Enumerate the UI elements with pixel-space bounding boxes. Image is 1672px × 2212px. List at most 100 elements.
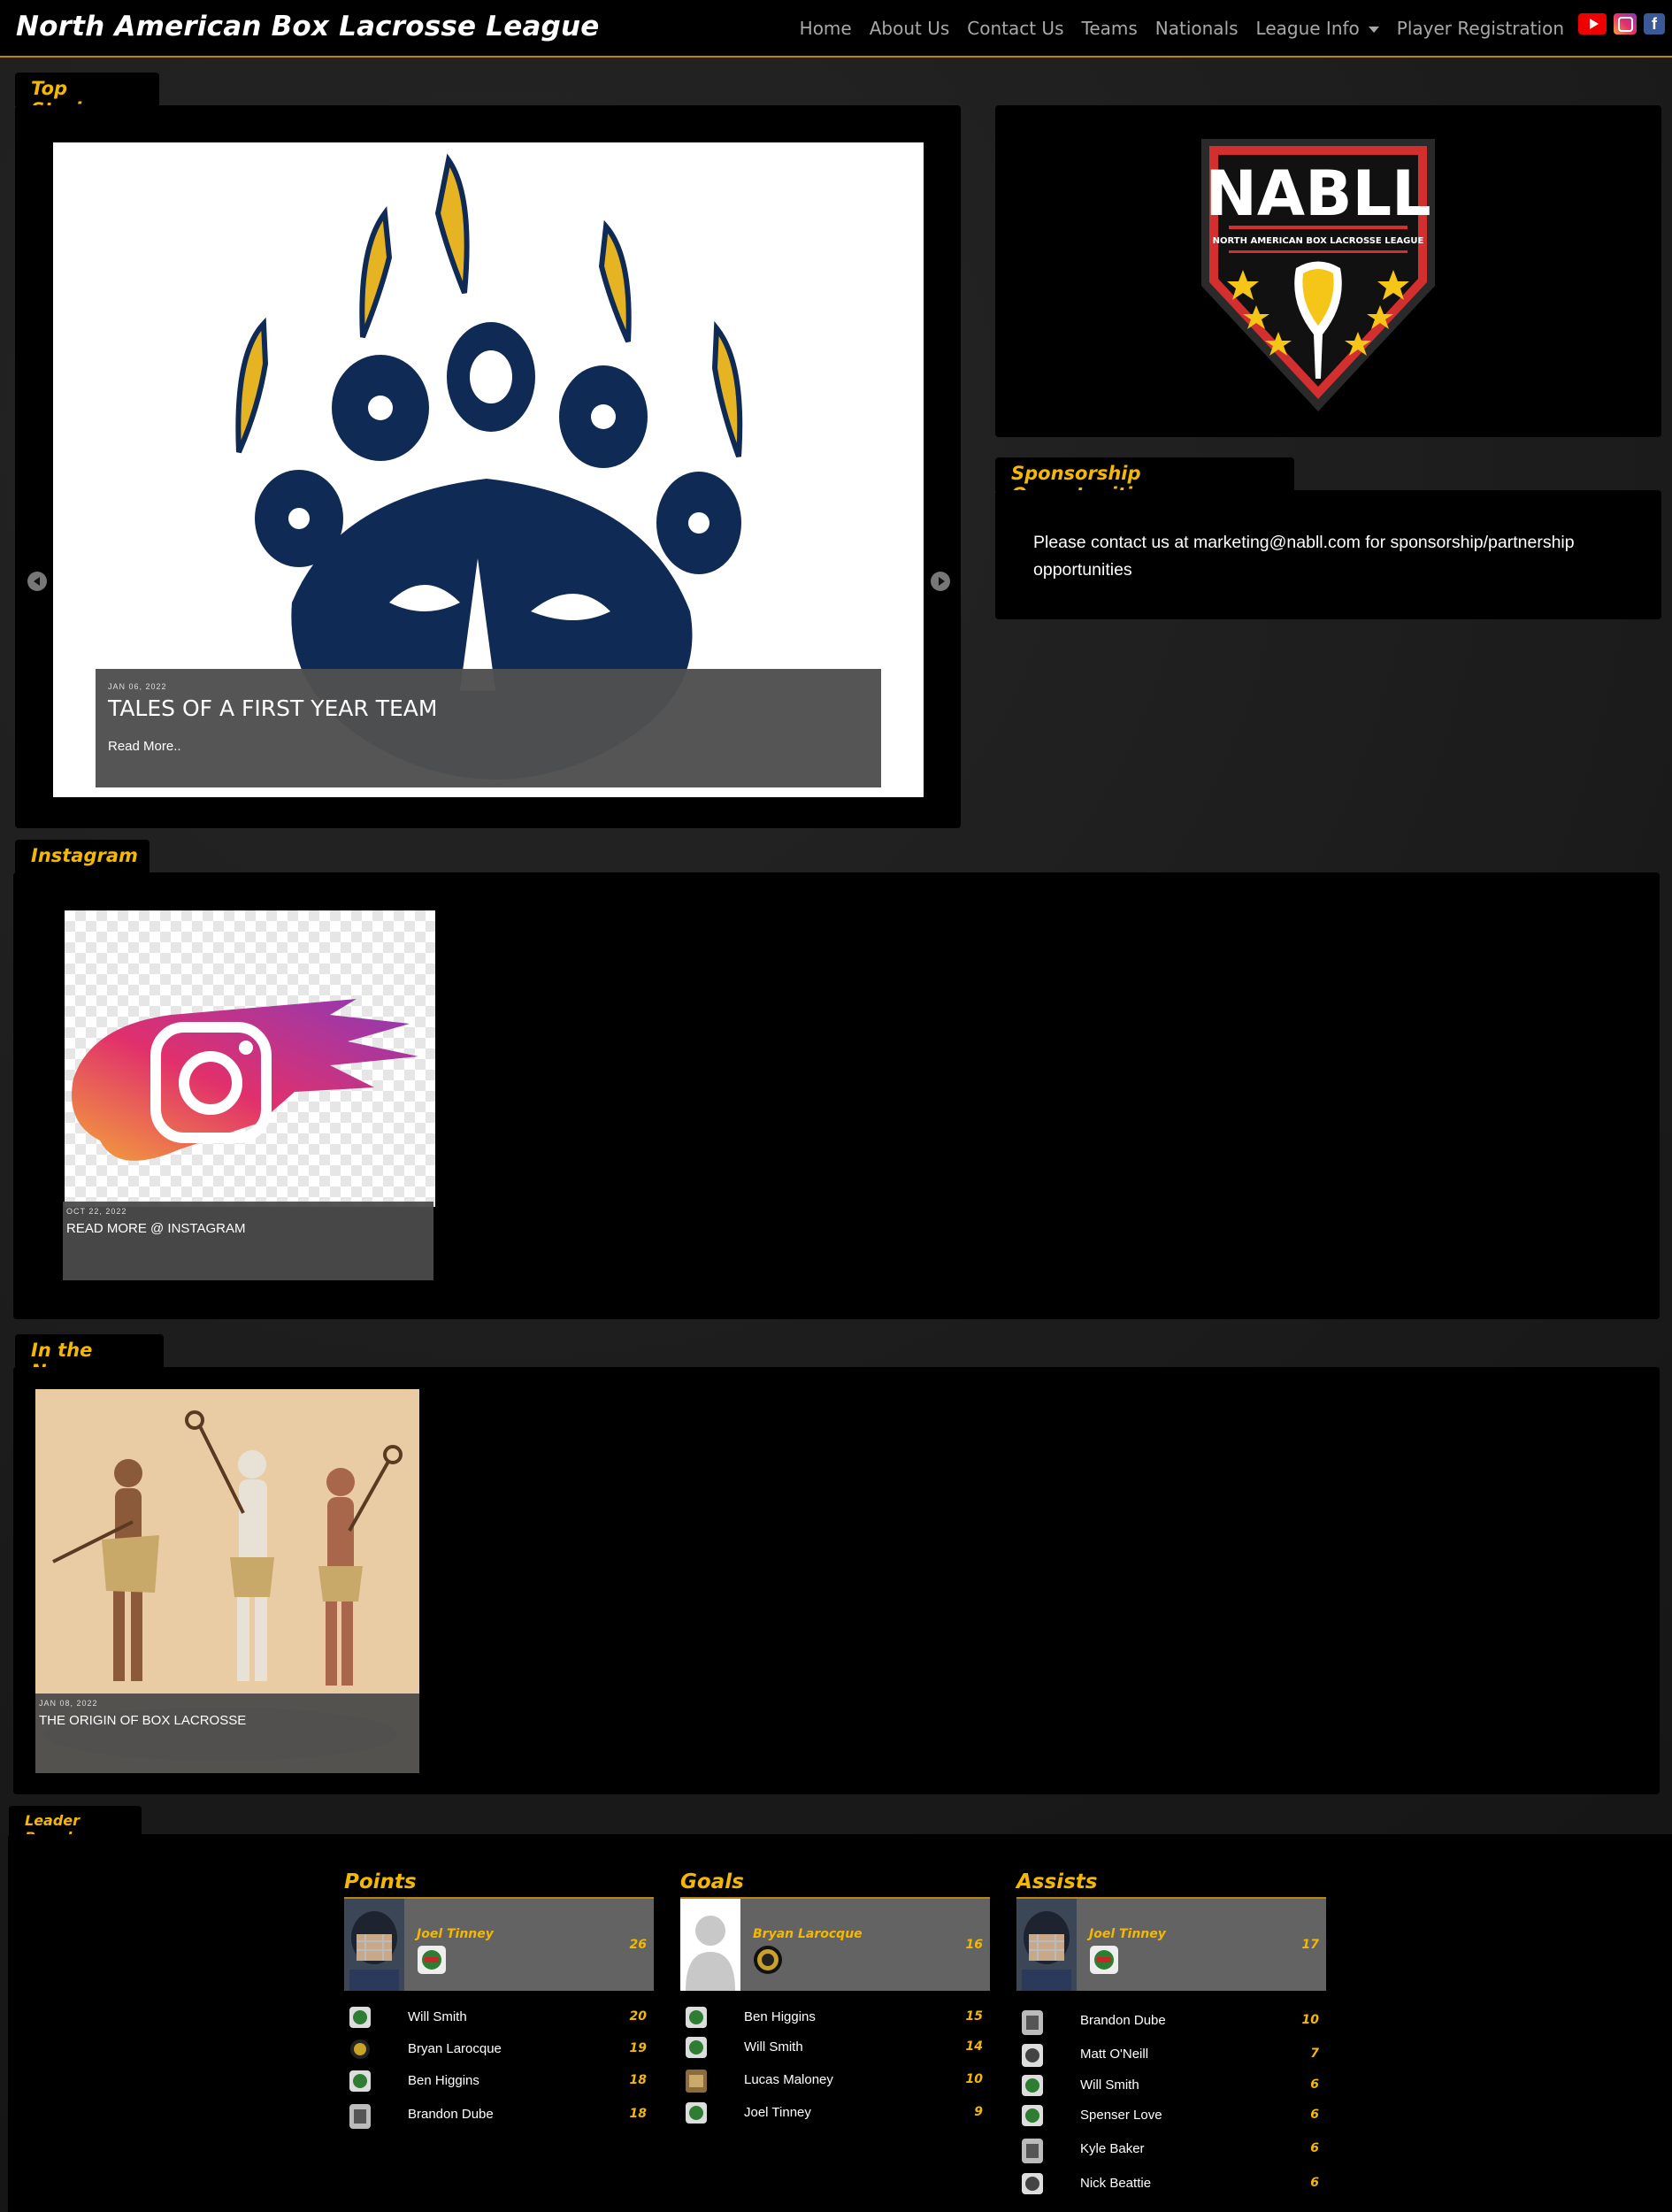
team-logo-icon xyxy=(349,2104,371,2129)
team-logo-icon xyxy=(686,2007,707,2028)
story-date: JAN 06, 2022 xyxy=(108,682,167,691)
player-value: 20 xyxy=(629,2009,647,2024)
news-card-title[interactable]: THE ORIGIN OF BOX LACROSSE xyxy=(39,1713,246,1728)
logo-text: NABLL xyxy=(1205,157,1430,230)
tab-top-stories: Top Stories xyxy=(15,73,159,120)
player-name: Brandon Dube xyxy=(408,2107,494,2122)
tab-sponsorship: Sponsorship Opportunities xyxy=(995,457,1294,505)
nav-home[interactable]: Home xyxy=(800,18,852,39)
carousel-prev-arrow-icon[interactable] xyxy=(27,572,47,591)
caret-down-icon xyxy=(1368,27,1379,33)
player-value: 19 xyxy=(629,2041,647,2055)
goals-row[interactable]: Lucas Maloney 10 xyxy=(680,2068,990,2094)
player-value: 7 xyxy=(1310,2047,1319,2061)
goals-leader-name: Bryan Larocque xyxy=(753,1927,863,1941)
goals-heading: Goals xyxy=(680,1870,744,1893)
team-logo-icon xyxy=(753,1945,783,1975)
points-row[interactable]: Brandon Dube 18 xyxy=(344,2102,654,2129)
player-value: 18 xyxy=(629,2107,647,2121)
assists-row[interactable]: Will Smith 6 xyxy=(1016,2073,1326,2100)
facebook-icon[interactable]: f xyxy=(1644,13,1665,35)
player-value: 10 xyxy=(965,2072,983,2086)
assists-leader[interactable]: Joel Tinney 17 xyxy=(1016,1897,1326,1991)
player-name: Kyle Baker xyxy=(1080,2141,1145,2156)
assists-row[interactable]: Nick Beattie 6 xyxy=(1016,2171,1326,2198)
tab-in-the-news: In the News xyxy=(15,1334,164,1382)
carousel-next-arrow-icon[interactable] xyxy=(931,572,950,591)
logo-subtitle: NORTH AMERICAN BOX LACROSSE LEAGUE xyxy=(1213,236,1424,246)
points-row[interactable]: Will Smith 20 xyxy=(344,2005,654,2032)
tab-leader-board: Leader Board xyxy=(9,1806,142,1846)
news-card-caption: JAN 08, 2022 THE ORIGIN OF BOX LACROSSE xyxy=(35,1694,419,1773)
goals-row[interactable]: Ben Higgins 15 xyxy=(680,2005,990,2032)
assists-row[interactable]: Brandon Dube 10 xyxy=(1016,2008,1326,2035)
site-brand[interactable]: North American Box Lacrosse League xyxy=(16,11,599,42)
story-read-more-link[interactable]: Read More.. xyxy=(108,739,181,754)
player-photo xyxy=(680,1899,740,1991)
assists-heading: Assists xyxy=(1016,1870,1098,1893)
player-name: Will Smith xyxy=(744,2039,803,2055)
sponsorship-text: Please contact us at marketing@nabll.com… xyxy=(1033,533,1575,580)
team-logo-icon xyxy=(686,2037,707,2058)
assists-row[interactable]: Spenser Love 6 xyxy=(1016,2103,1326,2130)
story-title[interactable]: TALES OF A FIRST YEAR TEAM xyxy=(108,695,437,721)
instagram-icon[interactable] xyxy=(1614,13,1637,35)
points-leader[interactable]: Joel Tinney 26 xyxy=(344,1897,654,1991)
instagram-card-caption: OCT 22, 2022 READ MORE @ INSTAGRAM xyxy=(63,1202,433,1280)
main-nav: Home About Us Contact Us Teams Nationals… xyxy=(782,18,1564,39)
leaderboard-goals: Goals Bryan Larocque 16 Ben Higgins 15 W… xyxy=(680,1865,990,2124)
goals-row[interactable]: Joel Tinney 9 xyxy=(680,2101,990,2127)
assists-row[interactable]: Matt O'Neill 7 xyxy=(1016,2042,1326,2069)
team-logo-icon xyxy=(686,2102,707,2124)
player-value: 15 xyxy=(965,2009,983,2024)
social-links: f xyxy=(1578,13,1665,35)
placeholder-avatar-icon xyxy=(680,1899,740,1991)
player-value: 18 xyxy=(629,2073,647,2087)
nav-nationals[interactable]: Nationals xyxy=(1155,18,1239,39)
youtube-icon[interactable] xyxy=(1578,13,1607,35)
player-value: 14 xyxy=(965,2039,983,2054)
story-caption: JAN 06, 2022 TALES OF A FIRST YEAR TEAM … xyxy=(96,669,881,787)
instagram-post-image[interactable] xyxy=(65,910,435,1207)
nav-about-us[interactable]: About Us xyxy=(870,18,950,39)
goals-row[interactable]: Will Smith 14 xyxy=(680,2035,990,2062)
logo-panel: NABLL NORTH AMERICAN BOX LACROSSE LEAGUE xyxy=(995,105,1661,437)
player-name: Ben Higgins xyxy=(744,2009,816,2024)
assists-row[interactable]: Kyle Baker 6 xyxy=(1016,2137,1326,2163)
instagram-card-title[interactable]: READ MORE @ INSTAGRAM xyxy=(66,1221,245,1236)
nav-league-info-dropdown[interactable]: League Info xyxy=(1256,18,1379,39)
points-heading: Points xyxy=(344,1870,417,1893)
nabll-shield-logo: NABLL NORTH AMERICAN BOX LACROSSE LEAGUE xyxy=(1201,139,1435,411)
assists-leader-value: 17 xyxy=(1301,1938,1319,1952)
nav-teams[interactable]: Teams xyxy=(1082,18,1138,39)
player-name: Ben Higgins xyxy=(408,2073,479,2088)
top-navbar: North American Box Lacrosse League Home … xyxy=(0,0,1672,58)
player-value: 6 xyxy=(1310,2108,1319,2122)
instagram-card-date: OCT 22, 2022 xyxy=(66,1207,127,1216)
team-logo-icon xyxy=(349,2070,371,2092)
points-row[interactable]: Bryan Larocque 19 xyxy=(344,2037,654,2063)
player-name: Will Smith xyxy=(1080,2078,1139,2093)
team-logo-icon xyxy=(349,2007,371,2028)
team-logo-icon xyxy=(417,1945,447,1975)
points-row[interactable]: Ben Higgins 18 xyxy=(344,2069,654,2095)
team-logo-icon xyxy=(1022,2105,1043,2126)
player-name: Lucas Maloney xyxy=(744,2072,833,2087)
assists-leader-name: Joel Tinney xyxy=(1089,1927,1166,1941)
player-value: 6 xyxy=(1310,2141,1319,2155)
player-name: Matt O'Neill xyxy=(1080,2047,1149,2062)
player-value: 9 xyxy=(974,2105,983,2119)
player-name: Spenser Love xyxy=(1080,2108,1162,2123)
tab-instagram: Instagram xyxy=(15,840,150,873)
nav-contact-us[interactable]: Contact Us xyxy=(967,18,1063,39)
team-logo-icon xyxy=(1022,2010,1043,2035)
player-name: Bryan Larocque xyxy=(408,2041,502,2056)
goals-leader[interactable]: Bryan Larocque 16 xyxy=(680,1897,990,1991)
nav-player-registration[interactable]: Player Registration xyxy=(1397,18,1564,39)
player-value: 10 xyxy=(1301,2013,1319,2027)
news-card-date: JAN 08, 2022 xyxy=(39,1699,98,1708)
player-photo xyxy=(1016,1899,1077,1991)
team-logo-icon xyxy=(1022,2075,1043,2096)
player-name: Joel Tinney xyxy=(744,2105,811,2120)
team-logo-icon xyxy=(686,2070,707,2093)
